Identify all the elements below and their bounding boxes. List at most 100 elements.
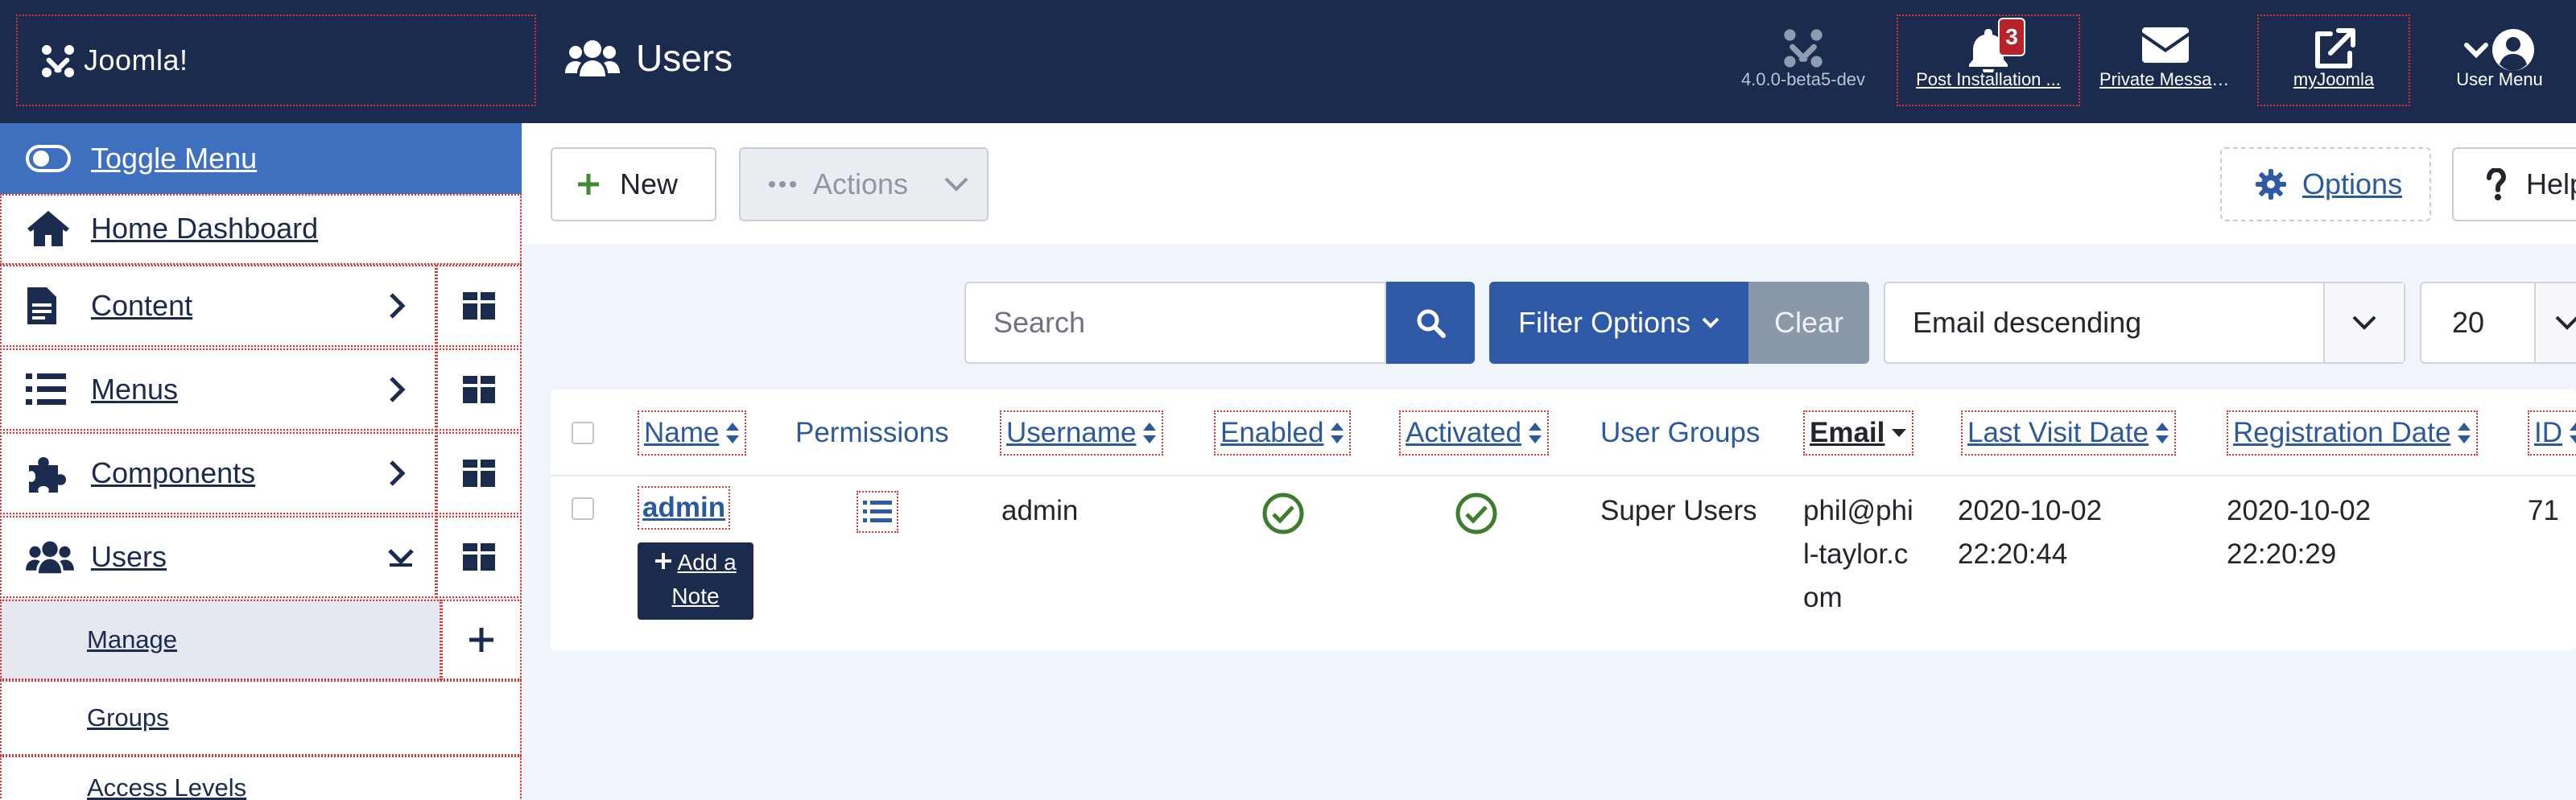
toolbar: New Actions Options Help: [523, 123, 2576, 244]
add-user-button[interactable]: [441, 600, 522, 680]
list-limit-caret: [2534, 283, 2576, 362]
list-limit-select[interactable]: 20: [2420, 282, 2576, 364]
toggle-menu-button[interactable]: Toggle Menu: [0, 123, 522, 194]
sidebar-subitem-access-levels[interactable]: Access Levels: [0, 756, 522, 800]
sidebar-subitem-groups[interactable]: Groups: [0, 680, 522, 756]
sort-by-registration-date[interactable]: Registration Date: [2227, 410, 2479, 456]
joomla-logo-link[interactable]: Joomla!: [16, 14, 536, 106]
sort-by-enabled[interactable]: Enabled: [1214, 410, 1352, 456]
sidebar-subitem-label: Manage: [87, 625, 178, 654]
last-visit-time: 22:20:44: [1958, 538, 2068, 570]
sort-icon: [1528, 423, 1542, 443]
sidebar-item-users[interactable]: Users: [0, 516, 522, 600]
actions-label: Actions: [813, 167, 909, 200]
users-dashboard-button[interactable]: [436, 516, 522, 598]
dashboard-grid-icon: [463, 376, 495, 403]
myjoomla-button[interactable]: myJoomla: [2257, 14, 2410, 106]
sidebar-subitem-manage-link[interactable]: [0, 600, 441, 680]
sidebar-item-home-dashboard[interactable]: Home Dashboard: [0, 194, 522, 265]
search-button[interactable]: [1386, 282, 1475, 364]
dashboard-grid-icon: [463, 292, 495, 320]
dashboard-grid-icon: [463, 543, 495, 571]
row-checkbox[interactable]: [572, 497, 594, 520]
filter-options-button[interactable]: Filter Options: [1489, 282, 1748, 364]
column-header-label: Registration Date: [2233, 417, 2451, 448]
components-dashboard-button[interactable]: [436, 432, 522, 514]
permissions-button[interactable]: [857, 491, 898, 533]
check-circle-icon: [1262, 493, 1304, 534]
column-header-label: Username: [1006, 417, 1137, 448]
private-messages-button[interactable]: Private Messages: [2093, 14, 2238, 106]
sidebar-subitem-label: Groups: [87, 703, 169, 732]
chevron-down-icon: [1702, 317, 1719, 328]
column-header-label: User Groups: [1600, 417, 1761, 448]
sidebar-subitem-manage[interactable]: Manage: [0, 600, 522, 680]
actions-dropdown[interactable]: Actions: [739, 147, 989, 221]
clear-button[interactable]: Clear: [1748, 282, 1869, 364]
sidebar-item-label: Menus: [91, 373, 179, 406]
content-dashboard-button[interactable]: [436, 265, 522, 347]
sort-icon: [726, 423, 740, 443]
myjoomla-label: myJoomla: [2293, 69, 2375, 89]
sidebar-item-content-link[interactable]: [0, 265, 436, 347]
user-menu-label: User Menu: [2456, 69, 2543, 89]
column-header-label: Last Visit Date: [1967, 417, 2149, 448]
chevron-right-icon: [390, 377, 406, 402]
user-menu-button[interactable]: User Menu: [2423, 14, 2576, 106]
list-limit-value: 20: [2452, 306, 2485, 339]
select-all-checkbox[interactable]: [572, 422, 594, 444]
sort-icon: [2570, 423, 2576, 443]
ellipsis-icon: [769, 181, 796, 188]
new-button-label: New: [620, 167, 679, 200]
search-field[interactable]: [964, 282, 1386, 364]
column-header-label: Permissions: [795, 417, 949, 448]
post-installation-label: Post Installation ...: [1916, 69, 2061, 89]
new-button[interactable]: New: [551, 147, 716, 221]
last-visit-date: 2020-10-02: [1958, 495, 2103, 526]
sort-icon: [2156, 423, 2169, 443]
sort-by-name[interactable]: Name: [638, 410, 747, 456]
add-note-label: Add a Note: [671, 550, 737, 608]
post-installation-button[interactable]: 3 Post Installation ...: [1897, 14, 2080, 106]
page-heading: Users: [565, 34, 733, 82]
sort-by-id[interactable]: ID: [2528, 410, 2576, 456]
version-item[interactable]: 4.0.0-beta5-dev: [1731, 14, 1876, 106]
table-row: admin Add a Note admin Super Users phil@…: [551, 476, 2576, 650]
registration-date: 2020-10-02: [2227, 495, 2372, 526]
users-table: Name Permissions Username Enabled Activa…: [551, 390, 2576, 650]
user-circle-icon: [2464, 29, 2534, 71]
sort-select-caret: [2323, 283, 2404, 362]
sort-by-last-visit-date[interactable]: Last Visit Date: [1961, 410, 2177, 456]
page-title: Users: [636, 37, 733, 79]
private-messages-label: Private Messages: [2099, 69, 2238, 89]
sort-desc-icon: [1892, 429, 1907, 437]
sidebar-item-components[interactable]: Components: [0, 432, 522, 516]
help-label: Help: [2526, 167, 2576, 200]
activated-toggle[interactable]: [1455, 493, 1497, 538]
question-icon: [2487, 168, 2507, 200]
user-name-link[interactable]: admin: [638, 486, 731, 530]
list-icon: [863, 501, 892, 522]
options-button[interactable]: Options: [2220, 147, 2431, 221]
search-input[interactable]: [966, 283, 1385, 362]
sidebar-subitem-label: Access Levels: [87, 773, 247, 800]
help-button[interactable]: Help: [2452, 147, 2576, 221]
add-note-button[interactable]: Add a Note: [638, 542, 753, 620]
external-link-icon: [2315, 28, 2355, 68]
sort-select[interactable]: Email descending: [1884, 282, 2405, 364]
gear-icon: [2256, 169, 2286, 200]
sidebar-item-menus[interactable]: Menus: [0, 348, 522, 432]
sort-by-email[interactable]: Email: [1803, 410, 1914, 456]
sort-by-username[interactable]: Username: [1000, 410, 1164, 456]
joomla-logo-icon: [42, 45, 74, 77]
sort-by-activated[interactable]: Activated: [1399, 410, 1549, 456]
column-header-label: Name: [644, 417, 720, 448]
home-icon: [27, 211, 69, 246]
clear-label: Clear: [1773, 306, 1844, 339]
id-cell: 71: [2528, 495, 2559, 526]
toggle-menu-label: Toggle Menu: [91, 142, 258, 175]
notification-count-badge: 3: [1998, 18, 2025, 56]
sidebar-item-content[interactable]: Content: [0, 265, 522, 348]
enabled-toggle[interactable]: [1262, 493, 1304, 538]
menus-dashboard-button[interactable]: [436, 348, 522, 431]
